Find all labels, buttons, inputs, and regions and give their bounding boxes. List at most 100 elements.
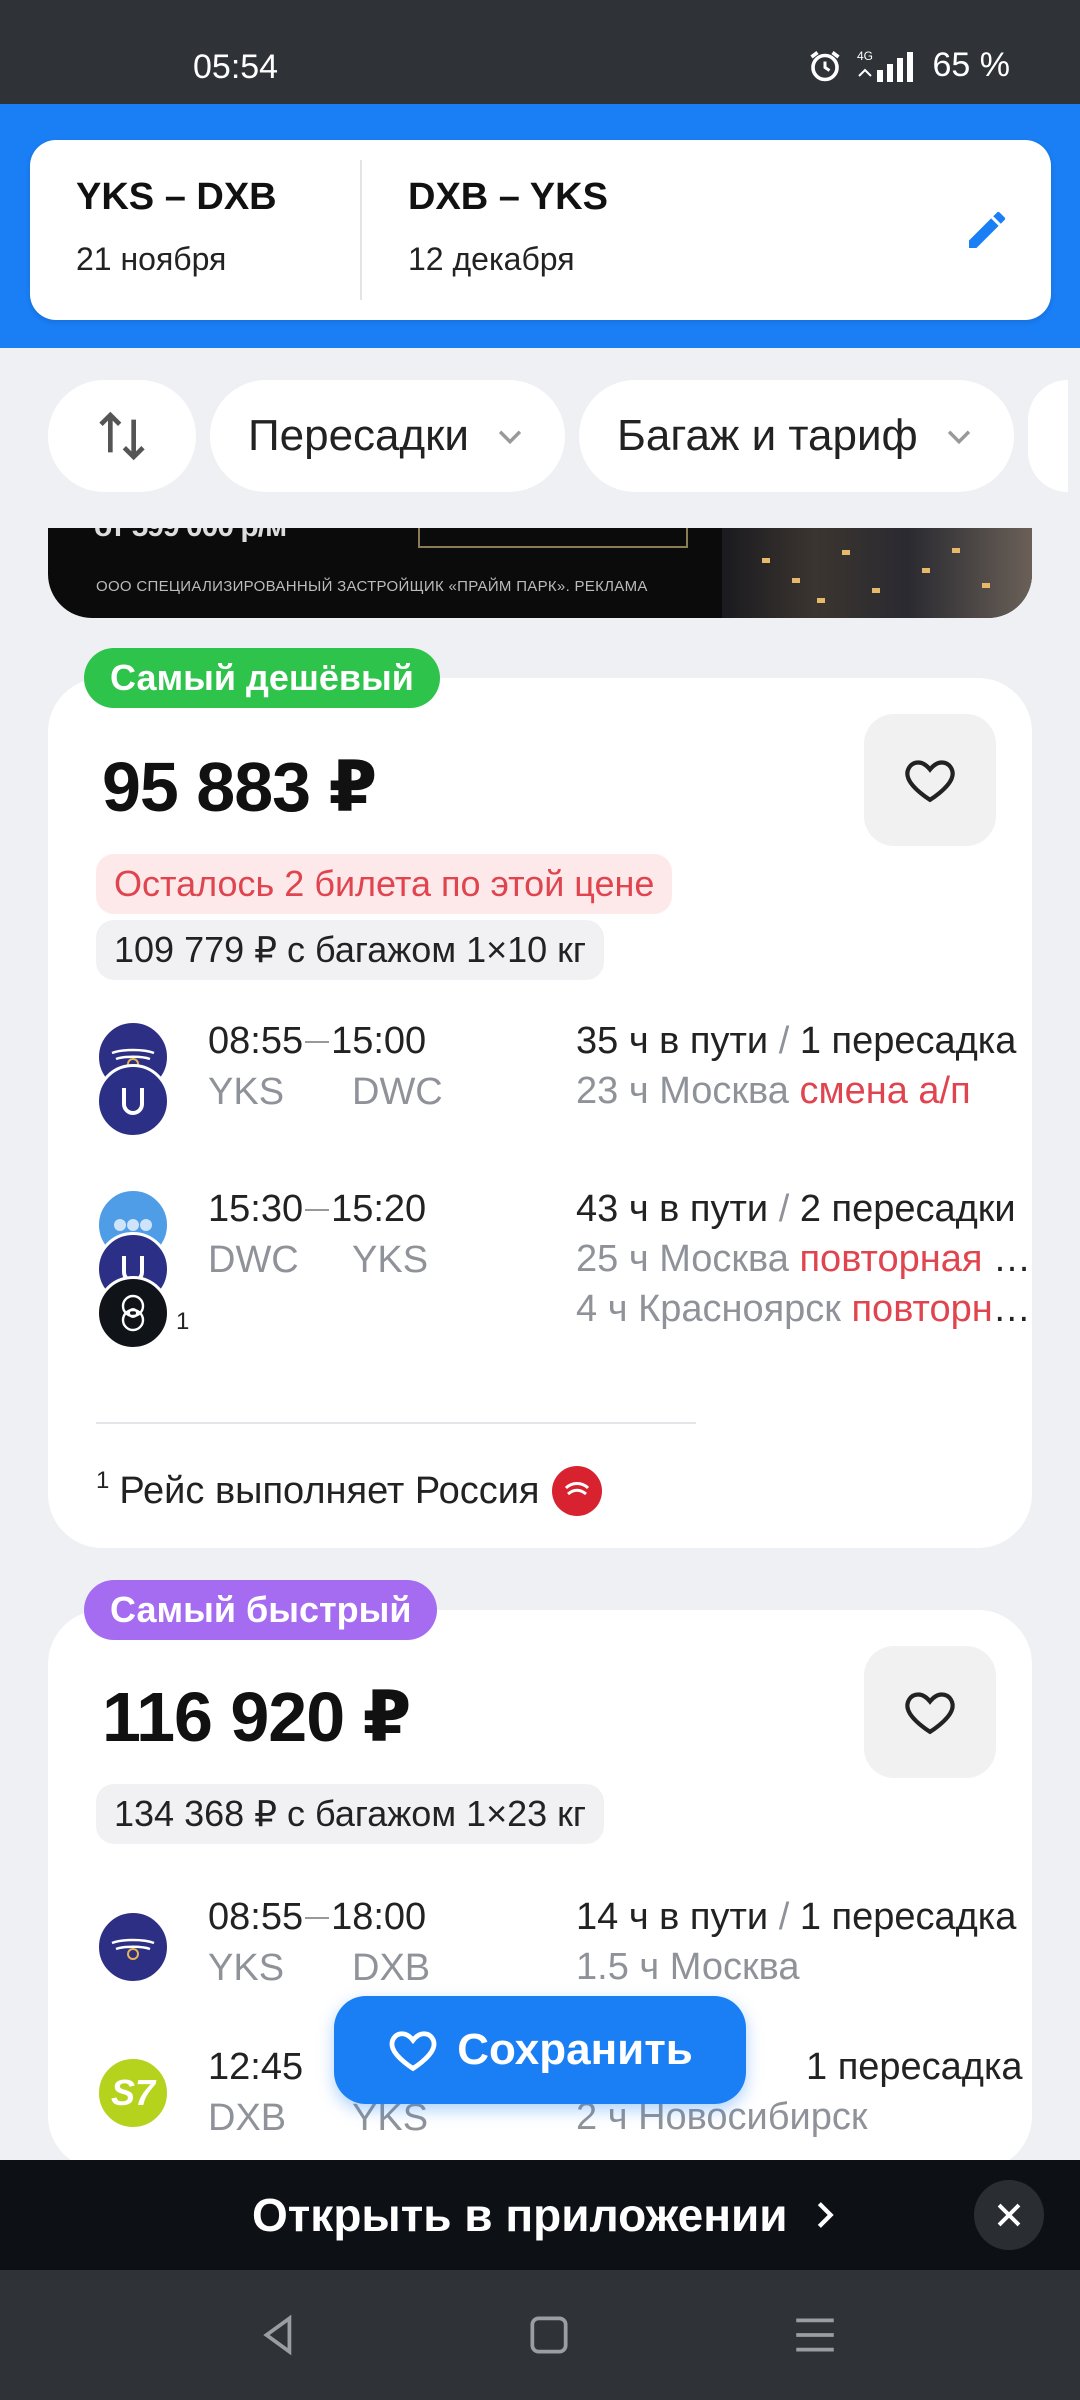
to-airport: DXB bbox=[352, 1947, 431, 1989]
ural-airlines-logo bbox=[96, 1064, 170, 1138]
stops-count: 2 пересадки bbox=[799, 1188, 1016, 1230]
return-leg: DXB – YKS 12 декабря bbox=[408, 176, 608, 278]
open-in-app-banner[interactable]: Открыть в приложении bbox=[0, 2160, 1080, 2270]
system-nav-bar bbox=[0, 2270, 1080, 2400]
circle-airline-logo bbox=[96, 1276, 170, 1350]
battery-level: 65 % bbox=[932, 46, 1011, 84]
search-header: YKS – DXB 21 ноября DXB – YKS 12 декабря bbox=[0, 104, 1080, 348]
baggage-filter[interactable]: Багаж и тариф bbox=[579, 380, 1014, 492]
menu-icon[interactable] bbox=[790, 2310, 840, 2360]
from-airport: DWC bbox=[208, 1239, 299, 1281]
baggage-filter-label: Багаж и тариф bbox=[617, 411, 918, 460]
flight-segment-outbound: 08:55 15:00 YKS DWC 35 ч в пути / 1 переса… bbox=[96, 1020, 1016, 1150]
depart-time: 08:55 bbox=[208, 1020, 304, 1062]
chevron-down-icon bbox=[947, 430, 970, 445]
arrive-time: 15:20 bbox=[331, 1188, 427, 1230]
route-divider bbox=[360, 160, 362, 300]
transfers-filter-label: Пересадки bbox=[248, 411, 470, 460]
heart-icon bbox=[905, 760, 955, 803]
filter-bar: Пересадки Багаж и тариф bbox=[48, 380, 1068, 492]
return-route: DXB – YKS bbox=[408, 176, 608, 218]
favorite-button[interactable] bbox=[864, 714, 996, 846]
swirl-icon bbox=[121, 1294, 145, 1332]
sort-arrows-icon bbox=[99, 411, 145, 461]
outbound-date: 21 ноября bbox=[76, 241, 227, 277]
sort-button[interactable] bbox=[48, 380, 196, 492]
chevron-right-icon bbox=[817, 2202, 834, 2228]
arrive-time: 18:00 bbox=[331, 1896, 427, 1938]
rossiya-logo bbox=[551, 1466, 602, 1516]
operated-by-text: Рейс выполняет Россия bbox=[119, 1469, 540, 1512]
from-airport: DXB bbox=[208, 2097, 287, 2139]
search-summary-card[interactable]: YKS – DXB 21 ноября DXB – YKS 12 декабря bbox=[30, 140, 1051, 320]
transfer-time: 1.5 ч bbox=[576, 1946, 660, 1988]
transfer-time: 25 ч bbox=[576, 1238, 649, 1280]
ad-frame bbox=[418, 528, 688, 548]
fastest-badge: Самый быстрый bbox=[84, 1580, 438, 1640]
baggage-price: 109 779 ₽ с багажом 1×10 кг bbox=[96, 920, 605, 980]
travel-duration: 43 ч в пути bbox=[576, 1188, 769, 1230]
ad-banner[interactable]: от 599 000 р/м² ООО СПЕЦИАЛИЗИРОВАННЫЙ З… bbox=[48, 528, 1032, 618]
transfers-filter[interactable]: Пересадки bbox=[210, 380, 566, 492]
card-divider bbox=[96, 1422, 696, 1424]
operated-by-note: 1 Рейс выполняет Россия bbox=[96, 1466, 602, 1516]
cheapest-badge: Самый дешёвый bbox=[84, 648, 440, 708]
ad-city-image bbox=[722, 528, 1032, 618]
transfer-note: смена а/п bbox=[799, 1070, 971, 1112]
transfer-note: повторная регистрация bbox=[799, 1238, 1046, 1280]
transfer-city: Москва bbox=[659, 1070, 789, 1112]
ad-legal-text: ООО СПЕЦИАЛИЗИРОВАННЫЙ ЗАСТРОЙЩИК «ПРАЙМ… bbox=[96, 578, 648, 595]
status-time: 05:54 bbox=[193, 48, 279, 86]
ticket-price: 116 920 ₽ bbox=[102, 1678, 411, 1756]
flight-segment-return: 1 15:30 15:20 DWC YKS 43 ч в пути / 2 пере… bbox=[96, 1188, 1046, 1368]
seats-left-warning: Осталось 2 билета по этой цене bbox=[96, 854, 673, 914]
arrive-time: 15:00 bbox=[331, 1020, 427, 1062]
depart-time: 08:55 bbox=[208, 1896, 304, 1938]
close-banner-button[interactable] bbox=[974, 2180, 1044, 2250]
more-filter-chip[interactable] bbox=[1027, 380, 1068, 492]
from-airport: YKS bbox=[208, 1947, 285, 1989]
transfer-note: повторная регистрация bbox=[851, 1288, 1046, 1330]
heart-icon bbox=[389, 2031, 437, 2072]
edit-search-button[interactable] bbox=[959, 202, 1015, 258]
pencil-icon bbox=[969, 211, 1006, 248]
transfer-city: Москва bbox=[669, 1946, 800, 1988]
save-search-button[interactable]: Сохранить bbox=[334, 1996, 746, 2104]
return-date: 12 декабря bbox=[408, 241, 575, 277]
depart-time: 12:45 bbox=[208, 2046, 304, 2088]
home-icon[interactable] bbox=[524, 2310, 574, 2360]
travel-duration: 35 ч в пути bbox=[576, 1020, 769, 1062]
s7-logo: S7 bbox=[96, 2056, 170, 2130]
ticket-card-cheapest[interactable]: 95 883 ₽ Осталось 2 билета по этой цене … bbox=[48, 678, 1046, 1548]
open-in-app-label: Открыть в приложении bbox=[252, 2189, 788, 2241]
to-airport: DWC bbox=[352, 1071, 443, 1113]
from-airport: YKS bbox=[208, 1071, 285, 1113]
transfer-city: Красноярск bbox=[638, 1288, 841, 1330]
transfer-city: Москва bbox=[659, 1238, 789, 1280]
baggage-price: 134 368 ₽ с багажом 1×23 кг bbox=[96, 1784, 605, 1844]
ural-airlines-icon bbox=[122, 1088, 144, 1115]
close-icon bbox=[997, 2203, 1021, 2227]
back-icon[interactable] bbox=[254, 2310, 304, 2360]
aeroflot-logo bbox=[96, 1910, 170, 1984]
heart-icon bbox=[905, 1692, 955, 1735]
travel-duration: 14 ч в пути bbox=[576, 1896, 769, 1938]
transfer-time: 4 ч bbox=[576, 1288, 628, 1330]
outbound-leg: YKS – DXB 21 ноября bbox=[76, 176, 277, 278]
status-bar: 05:54 4G 65 % bbox=[0, 0, 1080, 104]
transfer-time: 23 ч bbox=[576, 1070, 649, 1112]
stops-count: 1 пересадка bbox=[806, 2046, 1023, 2088]
signal-4g-icon: 4G bbox=[857, 49, 913, 82]
favorite-button[interactable] bbox=[864, 1646, 996, 1778]
footnote-number: 1 bbox=[96, 1467, 110, 1494]
network-label: 4G bbox=[857, 49, 873, 63]
outbound-route: YKS – DXB bbox=[76, 176, 277, 218]
depart-time: 15:30 bbox=[208, 1188, 304, 1230]
alarm-icon bbox=[809, 50, 840, 81]
aeroflot-wings-icon bbox=[111, 1938, 155, 1960]
footnote-marker: 1 bbox=[176, 1308, 190, 1335]
flight-segment-outbound: 08:55 18:00 YKS DXB 14 ч в пути / 1 переса… bbox=[96, 1896, 1016, 1996]
stops-count: 1 пересадка bbox=[799, 1896, 1017, 1938]
to-airport: YKS bbox=[352, 1239, 429, 1281]
ad-price: от 599 000 р/м² bbox=[94, 528, 296, 544]
